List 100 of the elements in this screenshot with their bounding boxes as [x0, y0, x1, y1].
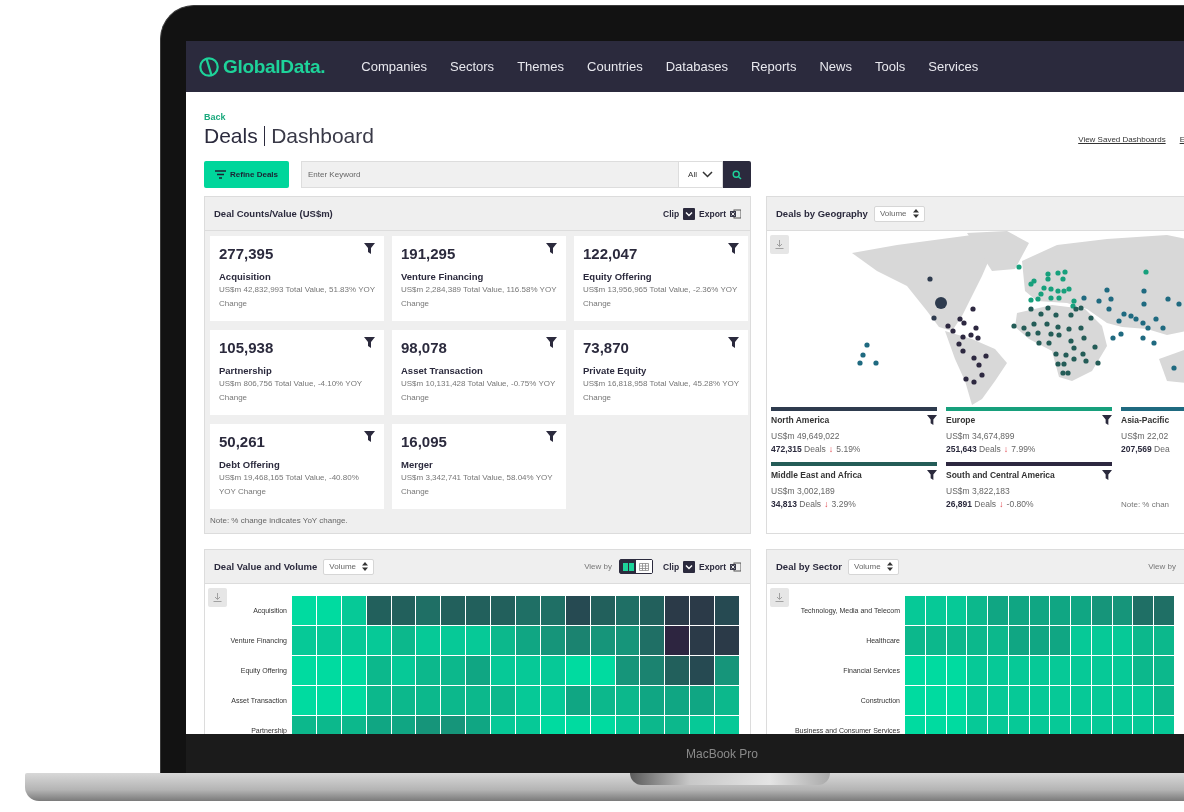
deal-type: Asset Transaction [401, 365, 484, 376]
nav-link[interactable]: Companies [361, 59, 428, 74]
deal-summary: US$m 16,818,958 Total Value, 45.28% YOY Change [583, 378, 739, 404]
filter-icon[interactable] [546, 431, 557, 442]
region-value: US$m 3,822,183 [946, 486, 1011, 496]
page-title: Deals [204, 124, 258, 148]
filter-icon[interactable] [364, 243, 375, 254]
download-icon [775, 593, 784, 602]
measure-select[interactable]: Volume [848, 558, 899, 575]
heatmap-cell [292, 626, 316, 655]
filter-icon[interactable] [364, 337, 375, 348]
heatmap-cell [341, 596, 366, 625]
filter-icon[interactable] [546, 337, 557, 348]
region-change: 7.99% [1011, 444, 1036, 454]
heatmap-cell [640, 656, 665, 685]
heatmap-cell [292, 596, 316, 625]
deal-type: Merger [401, 459, 434, 470]
deal-type-card[interactable]: 98,078 Asset Transaction US$m 10,131,428 Total Value, -0.75% YOY Change [392, 330, 566, 415]
nav-link[interactable]: Tools [874, 59, 906, 74]
heatmap-cell [1050, 596, 1071, 625]
dropdown-icon[interactable] [683, 207, 696, 220]
filter-icon[interactable] [364, 431, 375, 442]
heatmap-cell [715, 686, 739, 715]
heatmap-cell [565, 656, 590, 685]
nav-link[interactable]: News [819, 59, 852, 74]
heatmap-cell [967, 596, 988, 625]
refine-deals-button[interactable]: Refine Deals [204, 161, 289, 188]
heatmap-cell [967, 656, 988, 685]
heatmap-cell [690, 686, 715, 715]
logo-text[interactable]: GlobalData. [223, 55, 326, 78]
heatmap-cell [590, 596, 615, 625]
filter-icon[interactable] [927, 415, 937, 425]
nav-link[interactable]: Countries [587, 59, 643, 74]
search-button[interactable] [723, 161, 751, 188]
view-by-label: View by [1148, 562, 1176, 571]
deal-type-card[interactable]: 73,870 Private Equity US$m 16,818,958 Total Value, 45.28% YOY Change [574, 330, 748, 415]
sort-arrows-icon [886, 562, 893, 571]
header-link[interactable]: E [1179, 135, 1184, 144]
deal-type-card[interactable]: 191,295 Venture Financing US$m 2,284,389 Total Value, 116.58% YOY Change [392, 236, 566, 321]
dropdown-icon[interactable] [683, 560, 696, 573]
heatmap-cell [565, 626, 590, 655]
panel-title: Deals by Geography [776, 208, 868, 219]
spreadsheet-icon[interactable] [730, 561, 741, 572]
heatmap-cell [665, 596, 690, 625]
deal-type-card[interactable]: 122,047 Equity Offering US$m 13,956,965 Total Value, -2.36% YOY Change [574, 236, 748, 321]
deal-type: Venture Financing [401, 271, 485, 282]
export-link[interactable]: Export [699, 561, 726, 572]
heatmap-cell [1050, 656, 1071, 685]
clip-label: Clip [663, 561, 680, 572]
heatmap-cell [1112, 656, 1133, 685]
deal-summary: US$m 2,284,389 Total Value, 116.58% YOY Change [401, 284, 557, 310]
filter-icon[interactable] [1102, 470, 1112, 480]
measure-select[interactable]: Volume [873, 205, 925, 222]
keyword-search-field[interactable]: Enter Keyword [301, 161, 679, 188]
heatmap-cell [1091, 596, 1112, 625]
scope-dropdown[interactable]: All [679, 161, 723, 188]
heatmap-cell [441, 596, 466, 625]
filter-icon[interactable] [546, 243, 557, 254]
nav-link[interactable]: Reports [750, 59, 797, 74]
nav-link[interactable]: Themes [517, 59, 565, 74]
heatmap-cell [1112, 626, 1133, 655]
heatmap-cell [1154, 686, 1174, 715]
heatmap-cell [967, 686, 988, 715]
logo-icon [198, 55, 220, 78]
nav-link[interactable]: Databases [665, 59, 728, 74]
heatmap-cell [292, 686, 316, 715]
filter-icon[interactable] [728, 337, 739, 348]
heatmap-cell [946, 686, 967, 715]
deal-type-card[interactable]: 16,095 Merger US$m 3,342,741 Total Value, 58.04% YOY Change [392, 424, 566, 509]
heatmap-cell [491, 686, 515, 715]
heatmap-cell [946, 596, 967, 625]
deal-summary: US$m 19,468,165 Total Value, -40.80% YOY Change [219, 472, 360, 498]
nav-link[interactable]: Sectors [450, 59, 495, 74]
heatmap-cell [516, 626, 540, 655]
heatmap-cell [540, 596, 565, 625]
heatmap-cell [1112, 596, 1133, 625]
heatmap-cell [715, 596, 739, 625]
filter-icon[interactable] [728, 243, 739, 254]
heatmap-cell [590, 656, 615, 685]
nav-link[interactable]: Services [928, 59, 979, 74]
heatmap-cell [540, 686, 565, 715]
deal-type-card[interactable]: 277,395 Acquisition US$m 42,832,993 Total Value, 51.83% YOY Change [210, 236, 384, 321]
heatmap-cell [516, 656, 540, 685]
deal-count: 73,870 [583, 339, 629, 356]
heatmap-cell [1008, 596, 1029, 625]
heatmap-cell [316, 686, 341, 715]
filter-icon[interactable] [927, 470, 937, 480]
heatmap-view-button[interactable] [620, 560, 636, 573]
spreadsheet-icon[interactable] [730, 208, 741, 219]
heatmap-cell [946, 656, 967, 685]
region-name: Asia-Pacific [1121, 415, 1170, 425]
header-link[interactable]: View Saved Dashboards [1078, 135, 1166, 144]
export-link[interactable]: Export [699, 208, 726, 219]
heatmap-cell [416, 596, 441, 625]
measure-select[interactable]: Volume [323, 558, 374, 575]
heatmap-cell [1008, 626, 1029, 655]
deal-type-card[interactable]: 50,261 Debt Offering US$m 19,468,165 Total Value, -40.80% YOY Change [210, 424, 384, 509]
heatmap-cell [715, 656, 739, 685]
filter-icon[interactable] [1102, 415, 1112, 425]
deal-type-card[interactable]: 105,938 Partnership US$m 806,756 Total Value, -4.10% YOY Change [210, 330, 384, 415]
